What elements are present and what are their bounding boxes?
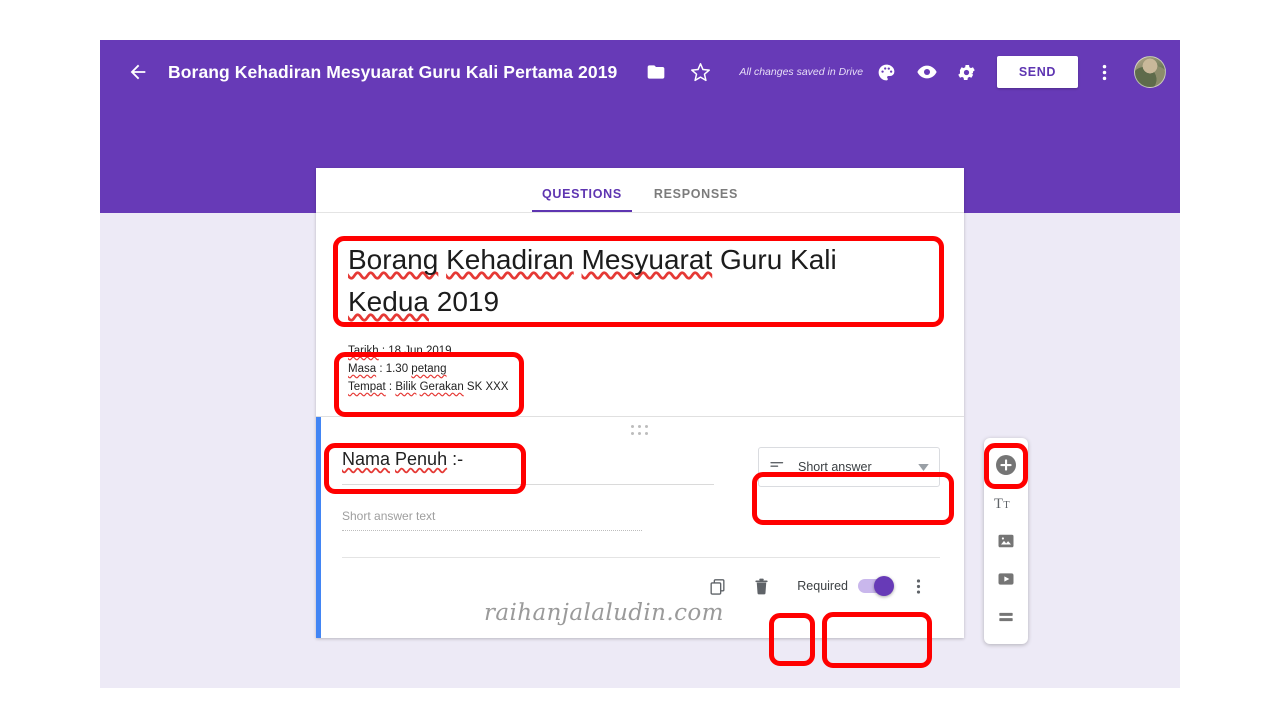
screenshot-root: Borang Kehadiran Mesyuarat Guru Kali Per… bbox=[0, 0, 1280, 720]
add-question-button[interactable] bbox=[986, 446, 1026, 484]
tab-bar: QUESTIONS RESPONSES bbox=[316, 168, 964, 213]
question-type-label: Short answer bbox=[798, 460, 872, 475]
save-status-text: All changes saved in Drive bbox=[739, 66, 864, 78]
short-answer-dotted-line bbox=[342, 530, 642, 532]
palette-icon[interactable] bbox=[867, 52, 907, 92]
tab-responses[interactable]: RESPONSES bbox=[638, 187, 754, 212]
question-card[interactable]: Nama Penuh :- Short answer Short answer … bbox=[316, 416, 964, 639]
add-video-button[interactable] bbox=[986, 560, 1026, 598]
short-answer-placeholder: Short answer text bbox=[342, 509, 436, 524]
required-switch[interactable] bbox=[858, 576, 894, 597]
question-title[interactable]: Nama Penuh :- bbox=[342, 449, 714, 486]
question-type-select[interactable]: Short answer bbox=[758, 447, 940, 488]
star-icon[interactable] bbox=[683, 55, 717, 89]
question-answer-preview: Short answer text bbox=[342, 509, 642, 532]
question-title-wrap: Nama Penuh :- bbox=[342, 439, 714, 486]
add-title-button[interactable]: T T bbox=[986, 484, 1026, 522]
short-answer-icon bbox=[769, 456, 786, 478]
question-footer-toolbar: Required bbox=[342, 557, 940, 614]
folder-icon[interactable] bbox=[639, 55, 673, 89]
eye-preview-icon[interactable] bbox=[907, 52, 947, 92]
question-top-row: Nama Penuh :- Short answer bbox=[342, 439, 940, 488]
question-selected-accent-bar bbox=[316, 417, 321, 639]
required-toggle[interactable]: Required bbox=[797, 576, 894, 597]
google-forms-editor: Borang Kehadiran Mesyuarat Guru Kali Per… bbox=[100, 40, 1180, 688]
required-switch-knob bbox=[874, 576, 894, 597]
add-section-button[interactable] bbox=[986, 598, 1026, 636]
send-button[interactable]: SEND bbox=[996, 56, 1078, 88]
svg-text:T: T bbox=[1003, 500, 1010, 511]
document-title[interactable]: Borang Kehadiran Mesyuarat Guru Kali Per… bbox=[168, 62, 617, 83]
required-label: Required bbox=[797, 579, 848, 594]
avatar[interactable] bbox=[1134, 56, 1166, 88]
form-header-block: Borang Kehadiran Mesyuarat Guru Kali Ked… bbox=[316, 213, 964, 417]
svg-text:T: T bbox=[994, 496, 1003, 512]
drag-handle-icon[interactable] bbox=[631, 425, 649, 436]
form-description[interactable]: Tarikh : 18 Jun 2019 Masa : 1.30 petang Te… bbox=[348, 343, 932, 396]
question-more-options-icon[interactable] bbox=[898, 566, 938, 606]
add-image-button[interactable] bbox=[986, 522, 1026, 560]
kebab-menu-icon[interactable] bbox=[1084, 52, 1124, 92]
gear-icon[interactable] bbox=[947, 52, 987, 92]
app-header-actions: SEND bbox=[867, 40, 1166, 104]
add-item-toolbar: T T bbox=[984, 438, 1028, 644]
form-card: QUESTIONS RESPONSES Borang Kehadiran Mes… bbox=[316, 168, 964, 639]
duplicate-icon[interactable] bbox=[697, 566, 737, 606]
trash-icon[interactable] bbox=[741, 566, 781, 606]
tab-questions[interactable]: QUESTIONS bbox=[526, 187, 638, 212]
form-title[interactable]: Borang Kehadiran Mesyuarat Guru Kali Ked… bbox=[348, 239, 908, 323]
chevron-down-icon bbox=[918, 458, 929, 476]
back-arrow-icon[interactable] bbox=[118, 52, 158, 92]
